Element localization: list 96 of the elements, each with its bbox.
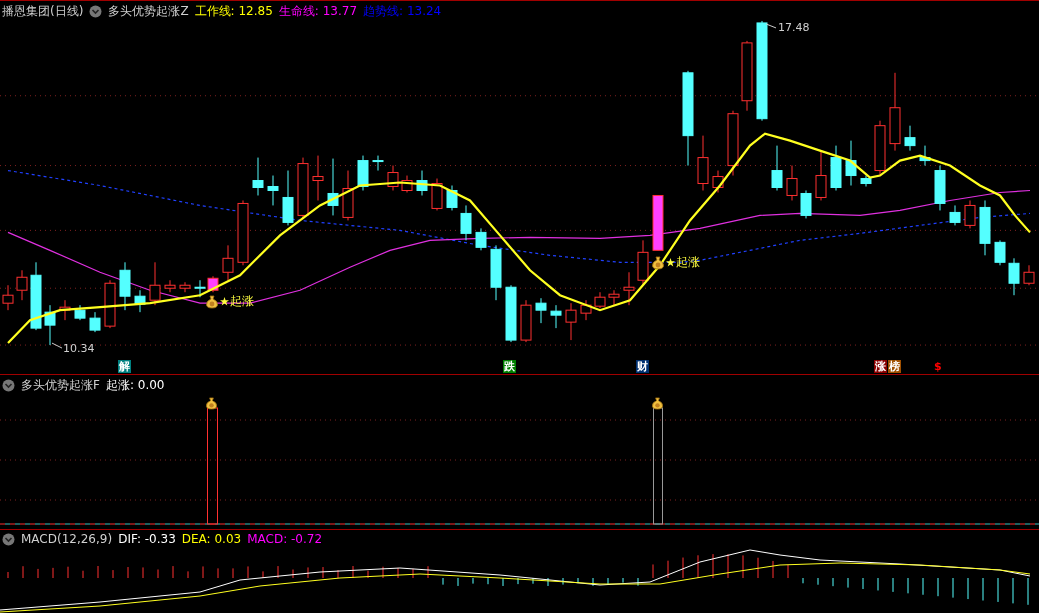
- candlestick: [164, 279, 176, 293]
- money-bag-icon: [205, 294, 219, 309]
- indicator-name: 多头优势起涨F: [21, 377, 100, 394]
- candlestick: [267, 175, 279, 206]
- candlestick: [520, 299, 532, 343]
- candlestick: [207, 275, 219, 293]
- candlestick: [786, 165, 798, 201]
- candlestick: [416, 170, 428, 196]
- candlestick: [800, 190, 812, 219]
- candlestick: [535, 297, 547, 324]
- candlestick: [74, 304, 86, 321]
- candlestick: [252, 157, 264, 196]
- money-bag-icon: [205, 397, 218, 410]
- dropdown-icon[interactable]: [89, 5, 103, 18]
- candlestick: [727, 110, 739, 177]
- candlestick: [697, 135, 709, 191]
- candlestick: [979, 199, 991, 256]
- candlestick: [712, 170, 724, 193]
- candlestick: [372, 155, 384, 172]
- candlestick: [741, 40, 753, 112]
- candlestick: [44, 304, 56, 346]
- candlestick: [608, 289, 620, 306]
- candlestick: [860, 175, 872, 187]
- candlestick: [387, 165, 399, 191]
- indicator-reading: DEA: 0.03: [181, 532, 242, 546]
- indicator-reading: MACD: -0.72: [247, 532, 323, 546]
- indicator-reading: 生命线: 13.77: [278, 3, 358, 20]
- candlestick: [342, 170, 354, 221]
- candlestick: [1023, 264, 1035, 286]
- event-marker[interactable]: 财: [636, 360, 649, 373]
- indicator-reading: 起涨: 0.00: [105, 377, 165, 394]
- candlestick: [30, 261, 42, 331]
- candlestick: [104, 279, 116, 329]
- candlestick: [179, 281, 191, 293]
- candlestick: [297, 157, 309, 219]
- candlestick: [580, 299, 592, 321]
- candlestick: [134, 289, 146, 313]
- indicator-reading: 趋势线: 13.24: [363, 3, 442, 20]
- high-price-label: 17.48: [778, 21, 810, 34]
- candlestick: [845, 140, 857, 186]
- candlestick: [119, 261, 131, 311]
- candlestick: [919, 145, 931, 167]
- candlestick: [637, 239, 649, 286]
- indicator-reading: 工作线: 12.85: [194, 3, 273, 20]
- candlestick: [771, 145, 783, 191]
- candlestick: [594, 291, 606, 309]
- candlestick: [194, 279, 206, 298]
- candlestick: [994, 239, 1006, 266]
- candlestick: [401, 175, 413, 193]
- candlestick: [934, 165, 946, 211]
- indicator-name: 多头优势起涨Z: [108, 3, 189, 20]
- candlestick: [59, 299, 71, 321]
- candlestick: [16, 269, 28, 301]
- stock-title: 播恩集团(日线): [2, 3, 84, 20]
- candlestick: [357, 155, 369, 191]
- candlestick: [237, 199, 249, 266]
- candlestick: [312, 155, 324, 201]
- money-bag-icon: [651, 255, 665, 270]
- star-icon: [666, 258, 675, 267]
- candlestick: [874, 120, 886, 177]
- candlestick: [550, 304, 562, 329]
- indicator-name: MACD(12,26,9): [21, 532, 113, 546]
- candlestick: [565, 302, 577, 341]
- leader-line: [51, 342, 63, 349]
- candlestick: [89, 311, 101, 333]
- money-bag-icon: [651, 397, 664, 410]
- candlestick: [475, 227, 487, 251]
- candlestick: [149, 261, 161, 306]
- event-marker[interactable]: 涨: [874, 360, 887, 373]
- dropdown-icon[interactable]: [2, 532, 15, 546]
- event-marker[interactable]: 解: [118, 360, 131, 373]
- candlestick: [1008, 257, 1020, 296]
- candlestick: [830, 145, 842, 191]
- candlestick: [815, 150, 827, 201]
- low-price-label: 10.34: [63, 342, 95, 355]
- candlestick: [652, 195, 664, 251]
- candlestick: [460, 204, 472, 241]
- candlestick: [446, 185, 458, 211]
- signal-label: 起涨: [676, 254, 700, 271]
- candlestick: [222, 244, 234, 281]
- candlestick: [327, 158, 339, 216]
- candlestick: [505, 284, 517, 343]
- candlestick: [623, 271, 635, 306]
- event-marker[interactable]: $: [933, 360, 943, 373]
- candlestick: [490, 244, 502, 301]
- candlestick: [949, 204, 961, 226]
- dropdown-icon[interactable]: [2, 379, 15, 392]
- candlestick: [282, 170, 294, 226]
- event-marker[interactable]: 榜: [888, 360, 901, 373]
- star-icon: [220, 297, 229, 306]
- indicator-reading: DIF: -0.33: [118, 532, 176, 546]
- candlestick: [904, 125, 916, 152]
- leader-line: [765, 23, 777, 29]
- candlestick: [431, 178, 443, 211]
- event-marker[interactable]: 跌: [503, 360, 516, 373]
- candlestick: [964, 199, 976, 229]
